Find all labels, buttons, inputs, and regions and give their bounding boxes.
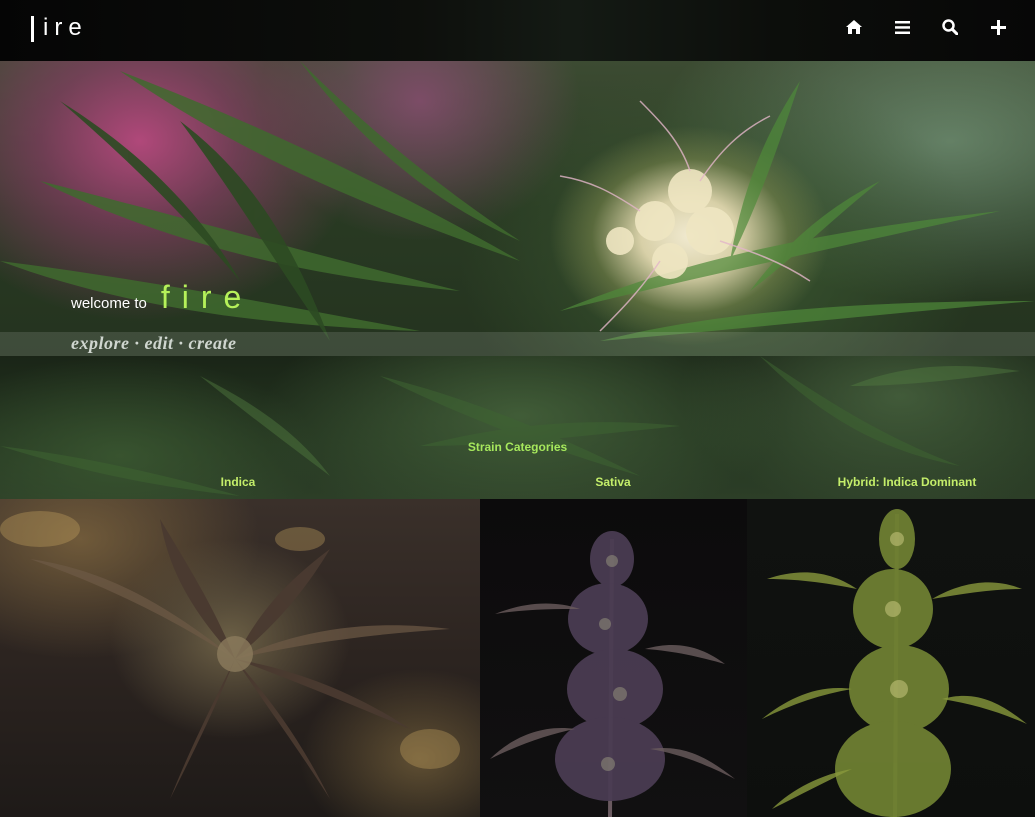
category-link-indica[interactable]: Indica bbox=[178, 475, 298, 489]
logo-bar bbox=[31, 16, 34, 42]
category-link-sativa[interactable]: Sativa bbox=[553, 475, 673, 489]
hero-tagline: explore · edit · create bbox=[71, 333, 237, 353]
sativa-tile-image[interactable] bbox=[480, 499, 747, 817]
strain-categories-section: Strain Categories Indica Sativa Hybrid: … bbox=[0, 356, 1035, 499]
plus-icon[interactable] bbox=[989, 16, 1007, 38]
hybrid-tile-image[interactable] bbox=[747, 499, 1035, 817]
logo-text: ire bbox=[43, 14, 88, 41]
hero-banner: welcome to fire explore · edit · create bbox=[0, 61, 1035, 356]
categories-title: Strain Categories bbox=[467, 440, 568, 454]
top-nav-bar: ire bbox=[0, 0, 1035, 61]
search-icon[interactable] bbox=[941, 16, 959, 38]
brand-logo[interactable]: ire bbox=[31, 14, 88, 42]
category-link-hybrid-indica-dominant[interactable]: Hybrid: Indica Dominant bbox=[812, 475, 1002, 489]
menu-icon[interactable] bbox=[893, 16, 911, 38]
nav-icon-group bbox=[845, 16, 1007, 38]
welcome-heading: welcome to fire bbox=[71, 279, 253, 316]
welcome-prefix: welcome to bbox=[71, 295, 147, 312]
welcome-brand: fire bbox=[160, 279, 254, 315]
home-icon[interactable] bbox=[845, 16, 863, 38]
indica-tile-image[interactable] bbox=[0, 499, 480, 817]
